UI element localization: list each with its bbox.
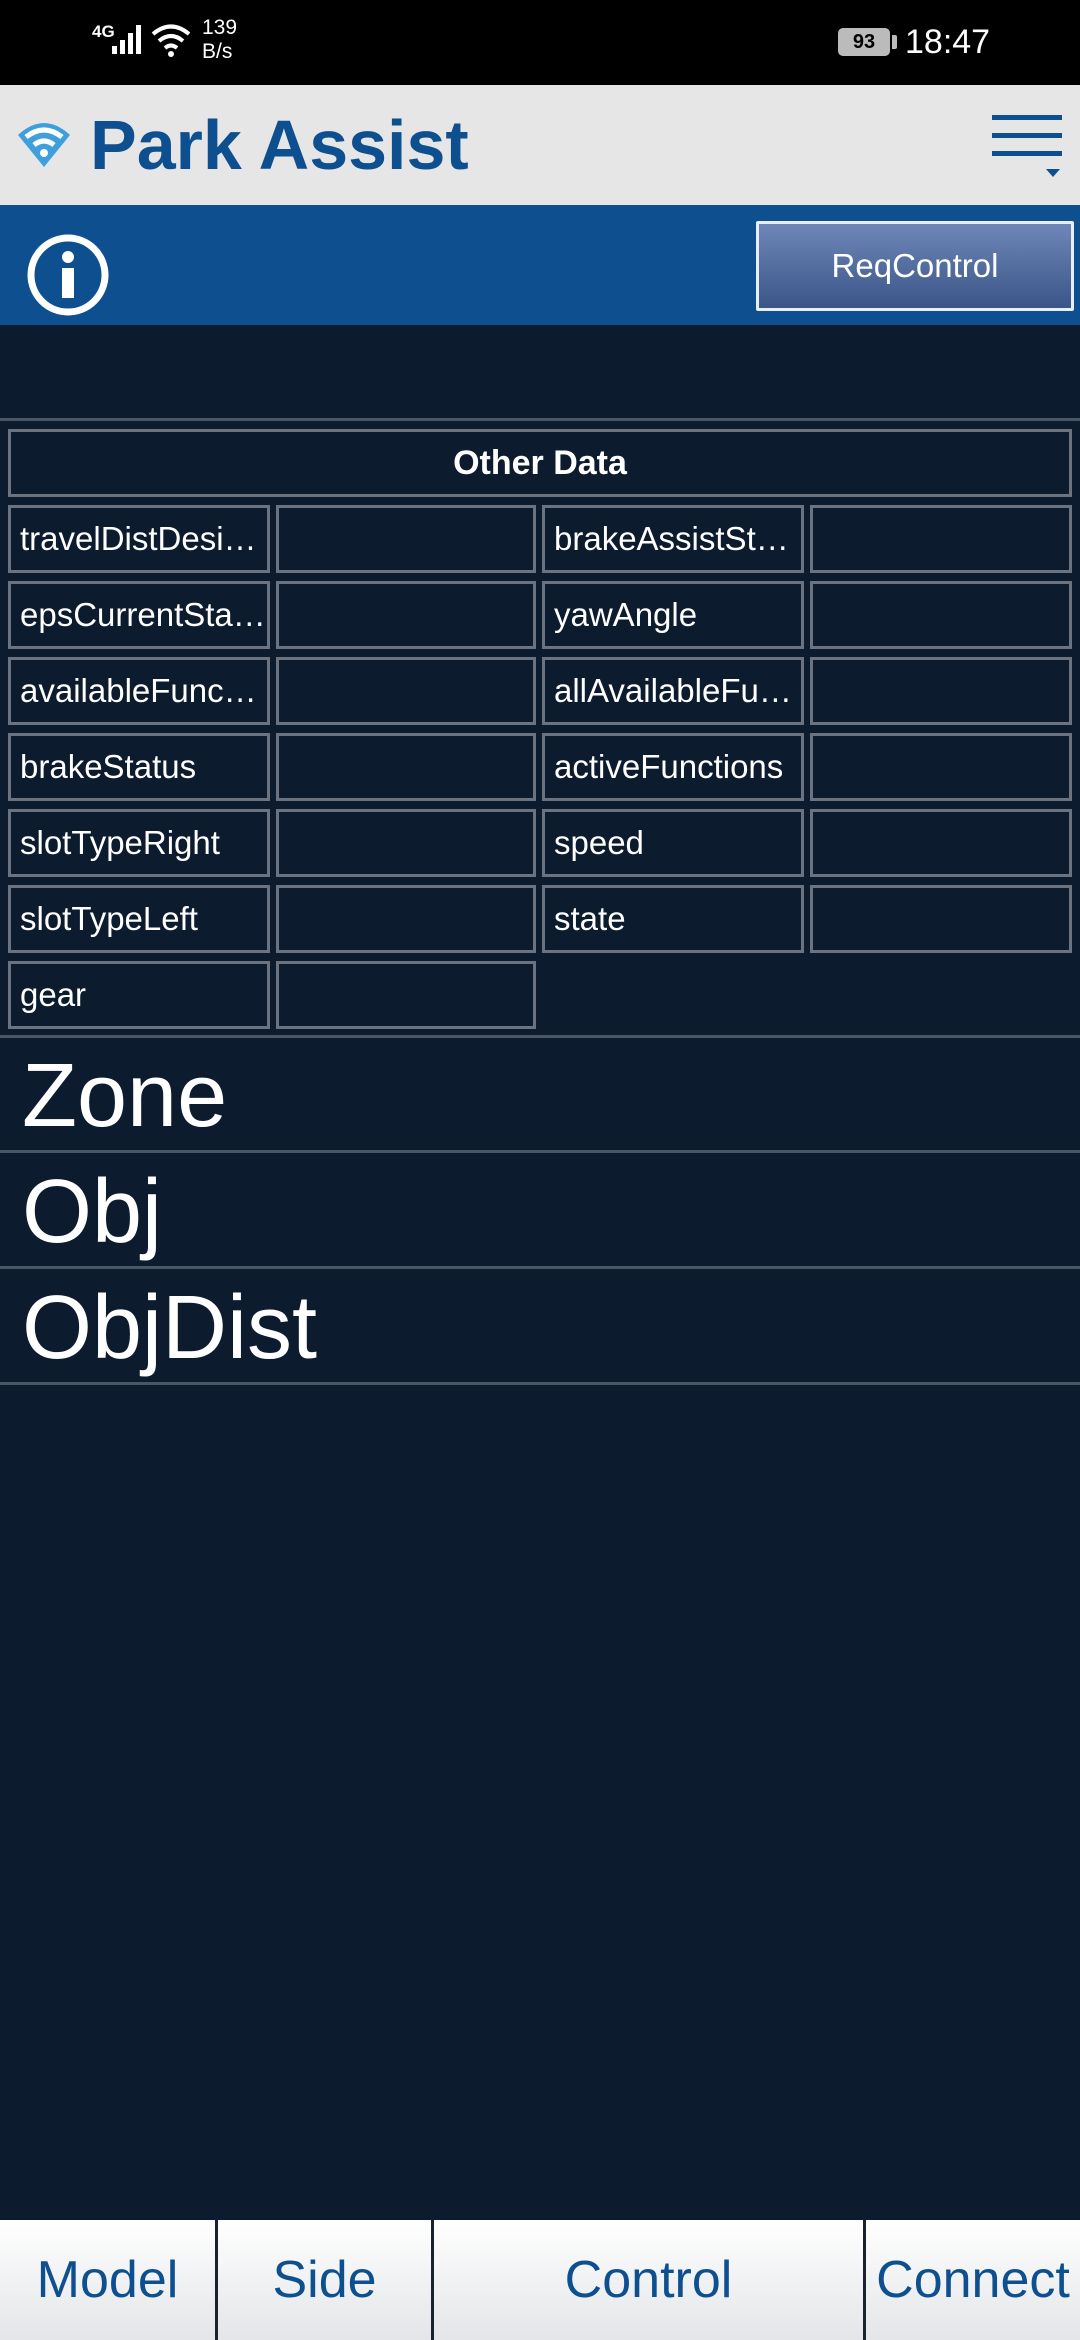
value-cell <box>810 657 1072 725</box>
label-cell: yawAngle <box>542 581 804 649</box>
value-cell <box>276 733 536 801</box>
label-cell: allAvailableFu… <box>542 657 804 725</box>
hamburger-menu-icon[interactable] <box>988 109 1066 185</box>
label-cell: availableFunc… <box>8 657 270 725</box>
value-cell <box>810 581 1072 649</box>
label-cell: slotTypeRight <box>8 809 270 877</box>
battery-icon: 93 <box>838 28 890 56</box>
wifi-icon <box>151 24 191 57</box>
battery-cap <box>892 35 897 49</box>
battery-level: 93 <box>852 31 876 53</box>
label-cell: epsCurrentSta… <box>8 581 270 649</box>
value-cell <box>810 505 1072 573</box>
label-cell: activeFunctions <box>542 733 804 801</box>
section-objdist[interactable]: ObjDist <box>0 1272 1080 1385</box>
value-cell <box>810 885 1072 953</box>
other-data-table: Other Data travelDistDesi… brakeAssistSt… <box>0 418 1080 1038</box>
value-cell <box>276 809 536 877</box>
value-cell <box>810 809 1072 877</box>
section-zone[interactable]: Zone <box>0 1040 1080 1153</box>
value-cell <box>276 581 536 649</box>
label-cell: travelDistDesi… <box>8 505 270 573</box>
label-cell: slotTypeLeft <box>8 885 270 953</box>
toolbar: ReqControl <box>0 205 1080 325</box>
label-cell: brakeStatus <box>8 733 270 801</box>
app-title: Park Assist <box>90 106 469 184</box>
nav-model-button[interactable]: Model <box>0 2220 218 2340</box>
label-cell: state <box>542 885 804 953</box>
info-icon[interactable] <box>26 233 110 317</box>
nav-connect-button[interactable]: Connect <box>866 2220 1080 2340</box>
label-cell: gear <box>8 961 270 1029</box>
bottom-nav: Model Side Control Connect <box>0 2220 1080 2340</box>
value-cell <box>276 961 536 1029</box>
data-speed-unit: B/s <box>202 40 233 63</box>
req-control-button[interactable]: ReqControl <box>756 221 1074 311</box>
status-bar: 4G 139 B/s 93 18:47 <box>0 0 1080 85</box>
data-speed: 139 B/s <box>202 16 237 64</box>
data-speed-value: 139 <box>202 16 238 39</box>
value-cell <box>276 505 536 573</box>
value-cell <box>276 885 536 953</box>
label-cell: brakeAssistSt… <box>542 505 804 573</box>
app-header: Park Assist <box>0 85 1080 205</box>
nav-control-button[interactable]: Control <box>434 2220 866 2340</box>
wifi-shield-logo-icon <box>18 123 70 167</box>
nav-side-button[interactable]: Side <box>218 2220 434 2340</box>
section-obj[interactable]: Obj <box>0 1156 1080 1269</box>
park-assist-screen: 4G 139 B/s 93 18:47 Park Assist ReqContr… <box>0 0 1080 2340</box>
clock: 18:47 <box>905 23 991 61</box>
label-cell: speed <box>542 809 804 877</box>
other-data-title: Other Data <box>8 429 1072 497</box>
value-cell <box>810 733 1072 801</box>
signal-bars-icon <box>112 25 141 54</box>
value-cell <box>276 657 536 725</box>
